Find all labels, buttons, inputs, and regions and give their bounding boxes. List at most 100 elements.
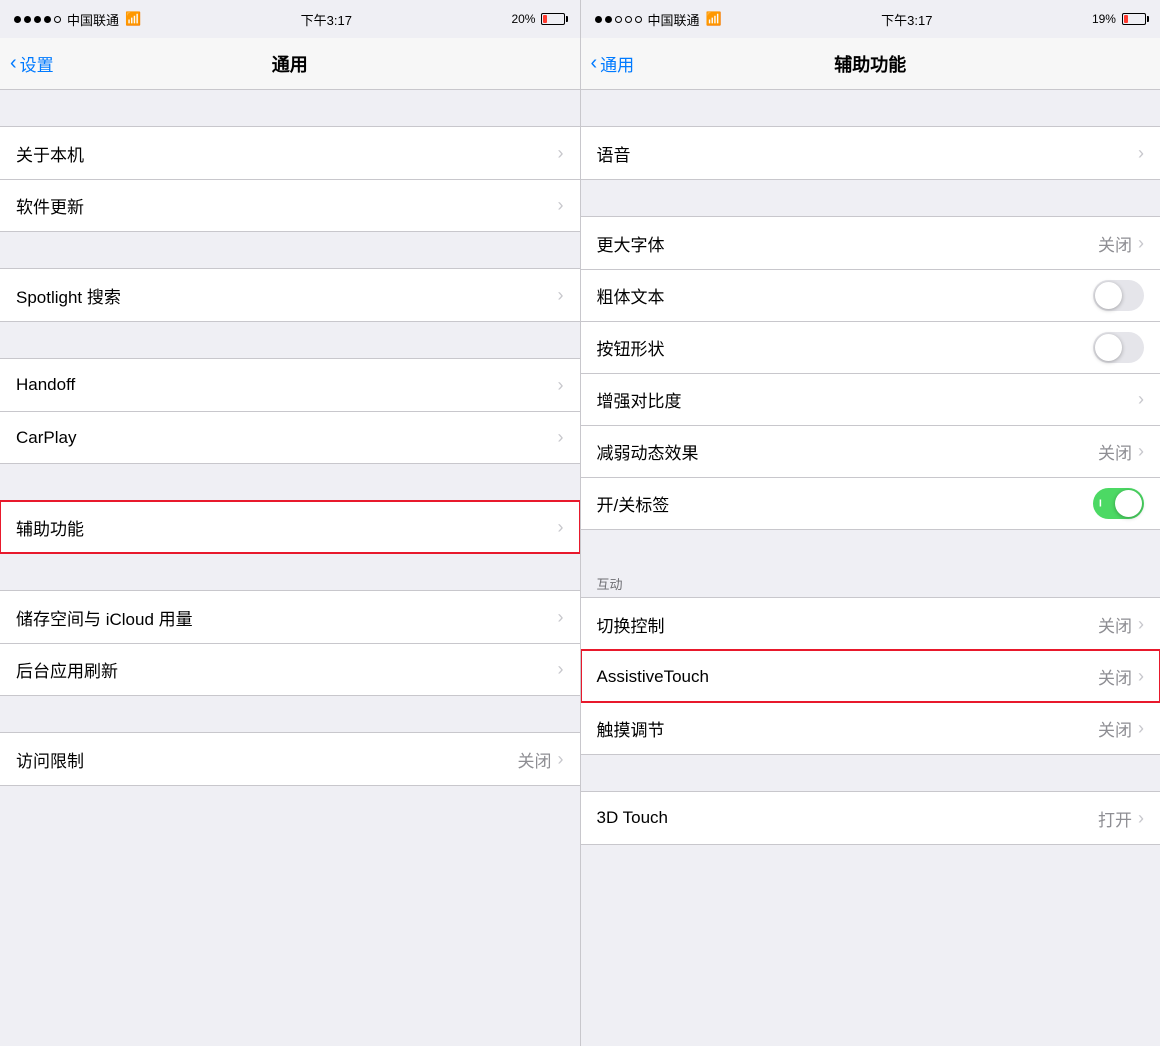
chevron-increase-contrast: › — [1138, 389, 1144, 410]
group-6: 访问限制 关闭 › — [0, 732, 580, 786]
item-3dtouch[interactable]: 3D Touch 打开 › — [581, 792, 1160, 844]
signal-dots — [14, 16, 61, 23]
spacer-5 — [0, 554, 580, 590]
item-button-shapes-label: 按钮形状 — [597, 335, 1094, 360]
r-group-display: 更大字体 关闭 › 粗体文本 按钮形状 — [581, 216, 1160, 530]
item-assistivetouch-value: 关闭 — [1098, 664, 1132, 689]
r-dot-5 — [635, 16, 642, 23]
bold-text-toggle[interactable] — [1093, 280, 1144, 311]
item-assistivetouch-label: AssistiveTouch — [597, 667, 1099, 687]
left-back-button[interactable]: ‹ 设置 — [10, 51, 54, 76]
chevron-3dtouch: › — [1138, 808, 1144, 829]
group-2: Spotlight 搜索 › — [0, 268, 580, 322]
right-status-bar: 中国联通 📶 下午3:17 19% — [581, 0, 1160, 38]
right-battery-percent: 19% — [1092, 12, 1116, 26]
right-phone-panel: 中国联通 📶 下午3:17 19% ‹ 通用 辅助功能 语音 › — [581, 0, 1160, 1046]
item-3dtouch-value: 打开 — [1098, 806, 1132, 831]
item-handoff[interactable]: Handoff › — [0, 359, 580, 411]
interaction-section-label: 互动 — [581, 566, 1160, 597]
right-back-label: 通用 — [600, 51, 634, 76]
item-button-shapes[interactable]: 按钮形状 — [581, 321, 1160, 373]
group-1: 关于本机 › 软件更新 › — [0, 126, 580, 232]
battery-percent: 20% — [511, 12, 535, 26]
item-increase-contrast[interactable]: 增强对比度 › — [581, 373, 1160, 425]
item-on-off-labels[interactable]: 开/关标签 I — [581, 477, 1160, 529]
item-touch-accommodations[interactable]: 触摸调节 关闭 › — [581, 702, 1160, 754]
button-shapes-toggle[interactable] — [1093, 332, 1144, 363]
item-switch-control-value: 关闭 — [1098, 612, 1132, 637]
bold-text-knob — [1095, 282, 1122, 309]
item-restrictions-label: 访问限制 — [16, 747, 518, 772]
spacer-4 — [0, 464, 580, 500]
right-battery-box — [1122, 13, 1146, 25]
battery-box — [541, 13, 565, 25]
left-nav-bar: ‹ 设置 通用 — [0, 38, 580, 90]
item-switch-control-label: 切换控制 — [597, 612, 1099, 637]
item-voice[interactable]: 语音 › — [581, 127, 1160, 179]
r-group-interaction: 切换控制 关闭 › AssistiveTouch 关闭 › 触摸调节 关闭 › — [581, 597, 1160, 755]
right-back-button[interactable]: ‹ 通用 — [591, 51, 635, 76]
item-storage-label: 储存空间与 iCloud 用量 — [16, 605, 558, 630]
r-spacer-3 — [581, 755, 1160, 791]
right-status-left: 中国联通 📶 — [595, 10, 722, 29]
back-label: 设置 — [20, 51, 54, 76]
spacer-3 — [0, 322, 580, 358]
item-carplay[interactable]: CarPlay › — [0, 411, 580, 463]
item-reduce-motion[interactable]: 减弱动态效果 关闭 › — [581, 425, 1160, 477]
right-settings-content: 语音 › 更大字体 关闭 › 粗体文本 按钮形状 — [581, 90, 1160, 1046]
item-handoff-label: Handoff — [16, 375, 558, 395]
item-assistivetouch[interactable]: AssistiveTouch 关闭 › — [581, 650, 1160, 702]
wifi-icon: 📶 — [125, 11, 141, 27]
left-settings-content: 关于本机 › 软件更新 › Spotlight 搜索 › Handoff › — [0, 90, 580, 1046]
bold-text-toggle-container — [1093, 280, 1144, 311]
item-about[interactable]: 关于本机 › — [0, 127, 580, 179]
chevron-spotlight: › — [558, 285, 564, 306]
chevron-about: › — [558, 143, 564, 164]
left-phone-panel: 中国联通 📶 下午3:17 20% ‹ 设置 通用 关于本机 › — [0, 0, 580, 1046]
on-off-labels-knob — [1115, 490, 1142, 517]
left-nav-title: 通用 — [272, 51, 308, 77]
item-larger-text[interactable]: 更大字体 关闭 › — [581, 217, 1160, 269]
right-time-label: 下午3:17 — [881, 10, 932, 29]
chevron-handoff: › — [558, 375, 564, 396]
right-nav-title: 辅助功能 — [834, 51, 906, 77]
item-3dtouch-label: 3D Touch — [597, 808, 1099, 828]
chevron-touch-accommodations: › — [1138, 718, 1144, 739]
spacer-2 — [0, 232, 580, 268]
r-dot-3 — [615, 16, 622, 23]
left-status-bar: 中国联通 📶 下午3:17 20% — [0, 0, 580, 38]
r-spacer-top — [581, 90, 1160, 126]
right-wifi-icon: 📶 — [706, 11, 722, 27]
spacer-bottom — [0, 786, 580, 822]
item-voice-label: 语音 — [597, 141, 1139, 166]
item-touch-accommodations-value: 关闭 — [1098, 716, 1132, 741]
chevron-assistivetouch: › — [1138, 666, 1144, 687]
item-switch-control[interactable]: 切换控制 关闭 › — [581, 598, 1160, 650]
back-chevron-icon: ‹ — [10, 53, 17, 73]
item-storage[interactable]: 储存空间与 iCloud 用量 › — [0, 591, 580, 643]
on-off-labels-toggle-container: I — [1093, 488, 1144, 519]
spacer-6 — [0, 696, 580, 732]
dot-3 — [34, 16, 41, 23]
right-carrier-label: 中国联通 — [648, 10, 700, 29]
item-reduce-motion-value: 关闭 — [1098, 439, 1132, 464]
item-background-refresh[interactable]: 后台应用刷新 › — [0, 643, 580, 695]
item-software-update-label: 软件更新 — [16, 193, 558, 218]
item-bold-text[interactable]: 粗体文本 — [581, 269, 1160, 321]
on-off-labels-toggle[interactable]: I — [1093, 488, 1144, 519]
r-spacer-2 — [581, 530, 1160, 566]
item-spotlight[interactable]: Spotlight 搜索 › — [0, 269, 580, 321]
r-spacer-1 — [581, 180, 1160, 216]
right-status-right: 19% — [1092, 12, 1146, 26]
item-bold-text-label: 粗体文本 — [597, 283, 1094, 308]
group-3: Handoff › CarPlay › — [0, 358, 580, 464]
right-battery-fill — [1124, 15, 1128, 23]
r-dot-1 — [595, 16, 602, 23]
item-touch-accommodations-label: 触摸调节 — [597, 716, 1099, 741]
dot-1 — [14, 16, 21, 23]
item-software-update[interactable]: 软件更新 › — [0, 179, 580, 231]
item-spotlight-label: Spotlight 搜索 — [16, 283, 558, 308]
item-restrictions[interactable]: 访问限制 关闭 › — [0, 733, 580, 785]
item-restrictions-value: 关闭 — [518, 747, 552, 772]
item-accessibility[interactable]: 辅助功能 › — [0, 501, 580, 553]
